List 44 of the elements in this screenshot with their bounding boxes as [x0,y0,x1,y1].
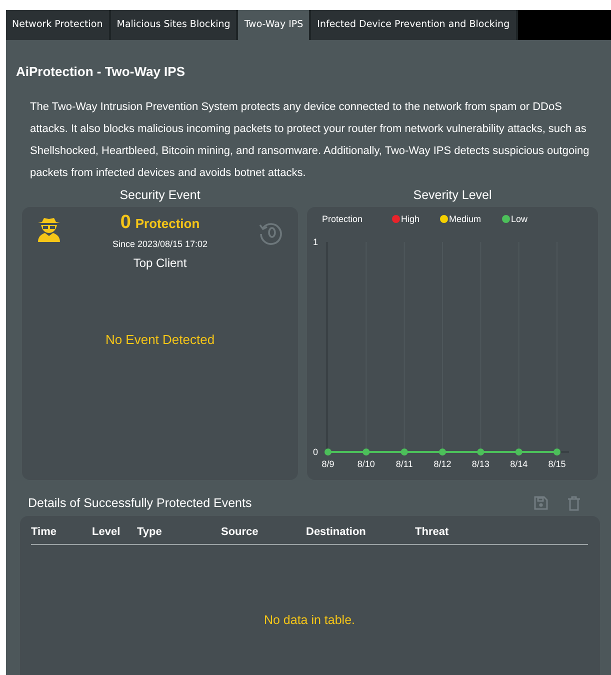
protection-count: 0 [120,212,131,234]
data-point [554,448,560,456]
column-header: Source [221,525,260,540]
save-icon[interactable] [534,496,548,510]
axis-tick-label: 8/9 [322,459,334,470]
column-header: Threat [415,525,450,540]
top-client-label: Top Client [132,256,188,270]
since-text: Since 2023/08/15 17:02 [111,239,209,250]
legend-label: High [401,214,420,224]
details-title: Details of Successfully Protected Events [28,494,253,512]
page-title: AiProtection - Two-Way IPS [16,63,186,81]
column-header: Level [92,525,122,540]
axis-tick-label: 1 [312,237,318,248]
tab[interactable]: Malicious Sites Blocking [110,10,238,40]
spy-icon [37,217,61,242]
empty-message: No data in table. [262,612,356,629]
data-point [477,448,484,456]
column-header: Type [137,525,163,540]
axis-tick-label: 8/11 [396,459,413,470]
data-point [362,448,370,456]
axis-tick-label: 8/12 [434,459,452,470]
axis-tick-label: 8/15 [548,459,566,470]
protection-label: Protection [135,216,200,232]
data-point [515,448,522,456]
axis-tick-label: 8/13 [472,459,490,470]
description-text: The Two-Way Intrusion Prevention System protects any device connected to the network from spam or DDoS attacks. It also blocks malicious incoming packets to protect your router from network vulnerability attacks, such as Shellshocked, Heartbleed, Bitcoin mining, and ransomware. Additionally, Two-Way IPS detects suspicious outgoing packets from infected devices and avoids botnet attacks. [30,100,590,180]
tab[interactable]: Network Protection [6,10,111,40]
column-header: Destination [306,525,367,540]
axis-tick-label: 8/14 [510,459,528,470]
delete-icon[interactable] [568,496,580,511]
axis-tick-label: 0 [312,447,318,458]
data-point [400,448,408,456]
section-heading: Severity Level [412,186,493,204]
section-heading: Security Event [118,186,202,204]
axis-tick-label: 8/10 [357,459,375,470]
data-point [439,448,446,456]
column-header: Time [31,525,58,540]
empty-message: No Event Detected [104,332,216,348]
tab[interactable]: Infected Device Prevention and Blocking [311,10,518,40]
data-point [324,448,332,456]
legend-label: Low [511,214,528,224]
tab[interactable]: Two-Way IPS [238,10,312,40]
legend-title: Protection [322,214,363,224]
legend-label: Medium [449,214,482,224]
